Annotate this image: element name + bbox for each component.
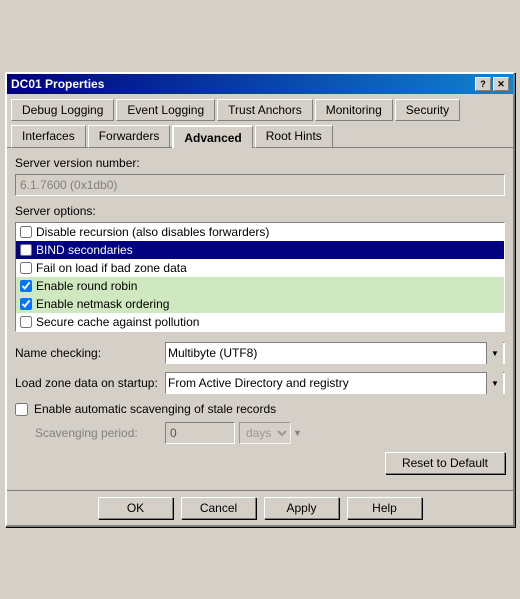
tabs-row2: Interfaces Forwarders Advanced Root Hint… xyxy=(7,120,513,147)
scavenging-checkbox-row: Enable automatic scavenging of stale rec… xyxy=(15,402,505,416)
list-item-secure-cache[interactable]: Secure cache against pollution xyxy=(16,313,504,331)
label-round-robin: Enable round robin xyxy=(36,279,137,293)
checkbox-netmask-ordering[interactable] xyxy=(20,298,32,310)
load-zone-label: Load zone data on startup: xyxy=(15,376,165,390)
tab-trust-anchors[interactable]: Trust Anchors xyxy=(217,99,313,121)
window-title: DC01 Properties xyxy=(11,77,104,91)
scavenging-period-input xyxy=(165,422,235,444)
label-disable-recursion: Disable recursion (also disables forward… xyxy=(36,225,269,239)
reset-to-default-button[interactable]: Reset to Default xyxy=(385,452,505,474)
scavenging-period-row: Scavenging period: days ▼ xyxy=(15,422,505,444)
scavenging-checkbox[interactable] xyxy=(15,403,28,416)
tab-monitoring[interactable]: Monitoring xyxy=(315,99,393,121)
title-bar-buttons: ? ✕ xyxy=(475,77,509,91)
ok-button[interactable]: OK xyxy=(98,497,173,519)
label-bind-secondaries: BIND secondaries xyxy=(36,243,133,257)
help-title-btn[interactable]: ? xyxy=(475,77,491,91)
label-secure-cache: Secure cache against pollution xyxy=(36,315,199,329)
server-options-label: Server options: xyxy=(15,204,505,218)
server-version-input xyxy=(15,174,505,196)
checkbox-disable-recursion[interactable] xyxy=(20,226,32,238)
scavenging-period-label: Scavenging period: xyxy=(35,426,165,440)
name-checking-select-wrapper: Multibyte (UTF8) ▼ xyxy=(165,342,505,364)
scavenging-section: Enable automatic scavenging of stale rec… xyxy=(15,402,505,444)
tab-security[interactable]: Security xyxy=(395,99,460,121)
tab-forwarders[interactable]: Forwarders xyxy=(88,125,171,148)
load-zone-row: Load zone data on startup: From Active D… xyxy=(15,372,505,394)
apply-button[interactable]: Apply xyxy=(264,497,339,519)
tab-debug-logging[interactable]: Debug Logging xyxy=(11,99,114,121)
tab-interfaces[interactable]: Interfaces xyxy=(11,125,86,148)
checkbox-bind-secondaries[interactable] xyxy=(20,244,32,256)
label-netmask-ordering: Enable netmask ordering xyxy=(36,297,169,311)
scavenging-label-text: Enable automatic scavenging of stale rec… xyxy=(34,402,276,416)
name-checking-select[interactable]: Multibyte (UTF8) xyxy=(165,342,505,364)
name-checking-row: Name checking: Multibyte (UTF8) ▼ xyxy=(15,342,505,364)
label-fail-on-load: Fail on load if bad zone data xyxy=(36,261,187,275)
scavenging-period-select: days xyxy=(239,422,291,444)
tabs-row1: Debug Logging Event Logging Trust Anchor… xyxy=(7,94,513,120)
scavenging-checkbox-label[interactable]: Enable automatic scavenging of stale rec… xyxy=(15,402,276,416)
server-version-label: Server version number: xyxy=(15,156,505,170)
reset-row: Reset to Default xyxy=(15,452,505,474)
tab-event-logging[interactable]: Event Logging xyxy=(116,99,215,121)
close-title-btn[interactable]: ✕ xyxy=(493,77,509,91)
checkbox-round-robin[interactable] xyxy=(20,280,32,292)
load-zone-select-wrapper: From Active Directory and registry ▼ xyxy=(165,372,505,394)
help-button[interactable]: Help xyxy=(347,497,422,519)
list-item-round-robin[interactable]: Enable round robin xyxy=(16,277,504,295)
list-item-disable-recursion[interactable]: Disable recursion (also disables forward… xyxy=(16,223,504,241)
name-checking-label: Name checking: xyxy=(15,346,165,360)
cancel-button[interactable]: Cancel xyxy=(181,497,256,519)
main-window: DC01 Properties ? ✕ Debug Logging Event … xyxy=(5,72,515,527)
load-zone-select[interactable]: From Active Directory and registry xyxy=(165,372,505,394)
checkbox-secure-cache[interactable] xyxy=(20,316,32,328)
tab-root-hints[interactable]: Root Hints xyxy=(255,125,333,148)
footer-button-row: OK Cancel Apply Help xyxy=(7,490,513,525)
list-item-bind-secondaries[interactable]: BIND secondaries xyxy=(16,241,504,259)
checkbox-fail-on-load[interactable] xyxy=(20,262,32,274)
server-options-list: Disable recursion (also disables forward… xyxy=(15,222,505,332)
list-item-netmask-ordering[interactable]: Enable netmask ordering xyxy=(16,295,504,313)
list-item-fail-on-load[interactable]: Fail on load if bad zone data xyxy=(16,259,504,277)
title-bar: DC01 Properties ? ✕ xyxy=(7,74,513,94)
tab-advanced[interactable]: Advanced xyxy=(172,125,252,148)
tab-content: Server version number: Server options: D… xyxy=(7,147,513,490)
